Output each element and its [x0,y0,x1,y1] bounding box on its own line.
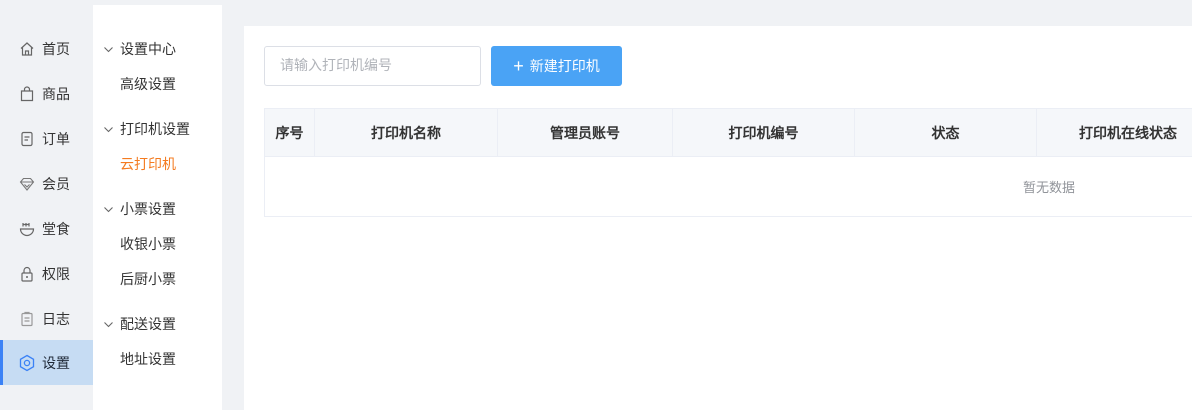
chevron-down-icon [103,319,115,330]
nav-item-settings[interactable]: 设置 [0,340,93,385]
secondary-menu: 设置中心 高级设置 打印机设置 云打印机 小票设置 收银小票 后厨小票 配送设置… [93,0,222,410]
nav-item-home[interactable]: 首页 [0,26,93,71]
new-printer-button-label: 新建打印机 [529,58,600,74]
nav-item-label: 会员 [42,176,70,193]
menu-group-label: 设置中心 [120,42,176,58]
nav-item-label: 首页 [42,41,70,58]
nav-item-label: 设置 [42,355,70,372]
menu-item-address-settings[interactable]: 地址设置 [120,349,176,369]
printer-table: 序号 打印机名称 管理员账号 打印机编号 状态 打印机在线状态 暂无数据 [264,108,1192,217]
plus-icon: + [513,56,524,76]
nav-item-label: 日志 [42,311,70,328]
column-header-online-status[interactable]: 打印机在线状态 [1037,109,1192,157]
menu-group-label: 配送设置 [120,317,176,333]
bowl-icon [18,220,36,238]
column-header-admin-account[interactable]: 管理员账号 [498,109,673,157]
nav-item-dinein[interactable]: 堂食 [0,206,93,251]
app-root: 首页 商品 订单 会员 堂食 权限 日志 设置 设置中心 高级设置 打印机设置 … [0,0,1192,410]
column-header-index[interactable]: 序号 [265,109,315,157]
nav-item-label: 堂食 [42,221,70,238]
column-header-printer-number[interactable]: 打印机编号 [673,109,855,157]
menu-item-cloud-printer[interactable]: 云打印机 [120,154,176,174]
nav-item-orders[interactable]: 订单 [0,116,93,161]
menu-group-delivery-settings[interactable]: 配送设置 [103,314,176,334]
clipboard-icon [18,310,36,328]
nav-item-permissions[interactable]: 权限 [0,251,93,296]
nav-item-logs[interactable]: 日志 [0,296,93,341]
secondary-top-strip [93,0,222,5]
empty-text: 暂无数据 [1023,181,1076,196]
chevron-down-icon [103,44,115,55]
nav-top-strip [0,0,93,5]
main-top-strip [222,0,1192,5]
menu-group-settings-center[interactable]: 设置中心 [103,39,176,59]
column-header-status[interactable]: 状态 [855,109,1037,157]
primary-nav: 首页 商品 订单 会员 堂食 权限 日志 设置 [0,0,93,410]
nav-item-label: 订单 [42,131,70,148]
chevron-down-icon [103,204,115,215]
order-icon [18,130,36,148]
menu-group-receipt-settings[interactable]: 小票设置 [103,199,176,219]
nav-item-products[interactable]: 商品 [0,71,93,116]
printer-number-search-input[interactable] [264,46,481,86]
nav-item-label: 权限 [42,266,70,283]
chevron-down-icon [103,124,115,135]
home-icon [18,40,36,58]
settings-icon [18,354,36,372]
table-header: 序号 打印机名称 管理员账号 打印机编号 状态 打印机在线状态 [265,109,1192,157]
lock-icon [18,265,36,283]
nav-item-members[interactable]: 会员 [0,161,93,206]
menu-group-label: 小票设置 [120,202,176,218]
shopping-bag-icon [18,85,36,103]
nav-item-label: 商品 [42,86,70,103]
menu-item-advanced-settings[interactable]: 高级设置 [120,74,176,94]
menu-group-label: 打印机设置 [120,122,190,138]
diamond-icon [18,175,36,193]
menu-item-kitchen-receipt[interactable]: 后厨小票 [120,269,176,289]
column-header-printer-name[interactable]: 打印机名称 [315,109,498,157]
table-empty-state: 暂无数据 [265,157,1192,216]
menu-item-cashier-receipt[interactable]: 收银小票 [120,234,176,254]
menu-group-printer-settings[interactable]: 打印机设置 [103,119,190,139]
new-printer-button[interactable]: + 新建打印机 [491,46,622,86]
